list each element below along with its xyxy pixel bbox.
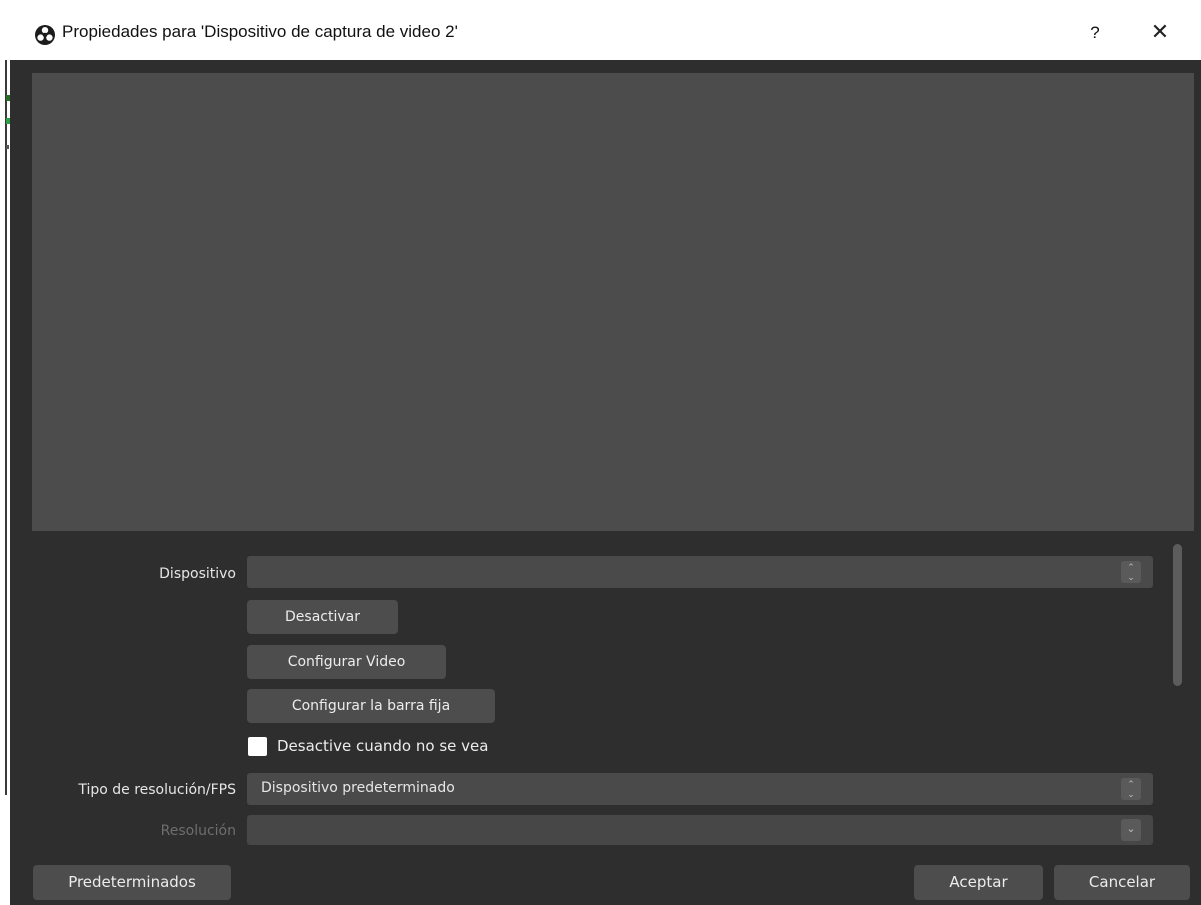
- window-title: Propiedades para 'Dispositivo de captura…: [62, 22, 458, 41]
- deactivate-when-hidden-checkbox[interactable]: [248, 737, 267, 756]
- help-button[interactable]: ?: [1077, 18, 1113, 48]
- configure-crossbar-button[interactable]: Configurar la barra fija: [247, 689, 495, 723]
- cancel-button[interactable]: Cancelar: [1054, 865, 1190, 900]
- chevron-down-icon: ⌄: [1121, 819, 1141, 841]
- obs-logo-icon: [35, 25, 55, 45]
- deactivate-when-hidden-label[interactable]: Desactive cuando no se vea: [277, 737, 488, 755]
- background-window-marker: [6, 145, 9, 149]
- device-select[interactable]: ⌃ ⌄: [247, 556, 1153, 588]
- close-icon: ✕: [1150, 20, 1170, 45]
- up-down-arrows-icon: ⌃ ⌄: [1121, 778, 1141, 800]
- background-window-border: [5, 60, 7, 795]
- resolution-type-select[interactable]: Dispositivo predeterminado ⌃ ⌄: [247, 773, 1153, 805]
- scrollbar-thumb[interactable]: [1173, 544, 1182, 686]
- configure-video-button[interactable]: Configurar Video: [247, 645, 446, 679]
- title-bar: Propiedades para 'Dispositivo de captura…: [10, 0, 1201, 60]
- defaults-button[interactable]: Predeterminados: [33, 865, 231, 900]
- properties-scrollbar[interactable]: [1170, 542, 1186, 848]
- accept-button[interactable]: Aceptar: [914, 865, 1043, 900]
- deactivate-button[interactable]: Desactivar: [247, 600, 398, 634]
- resolution-select[interactable]: ⌄: [247, 815, 1153, 845]
- resolution-type-label: Tipo de resolución/FPS: [78, 782, 236, 798]
- up-down-arrows-icon: ⌃ ⌄: [1121, 561, 1141, 583]
- video-preview: [32, 73, 1194, 531]
- device-label: Dispositivo: [159, 566, 236, 582]
- background-window-edge: [0, 0, 10, 905]
- resolution-label: Resolución: [160, 823, 236, 839]
- resolution-type-value: Dispositivo predeterminado: [261, 780, 455, 796]
- close-button[interactable]: ✕: [1140, 18, 1180, 48]
